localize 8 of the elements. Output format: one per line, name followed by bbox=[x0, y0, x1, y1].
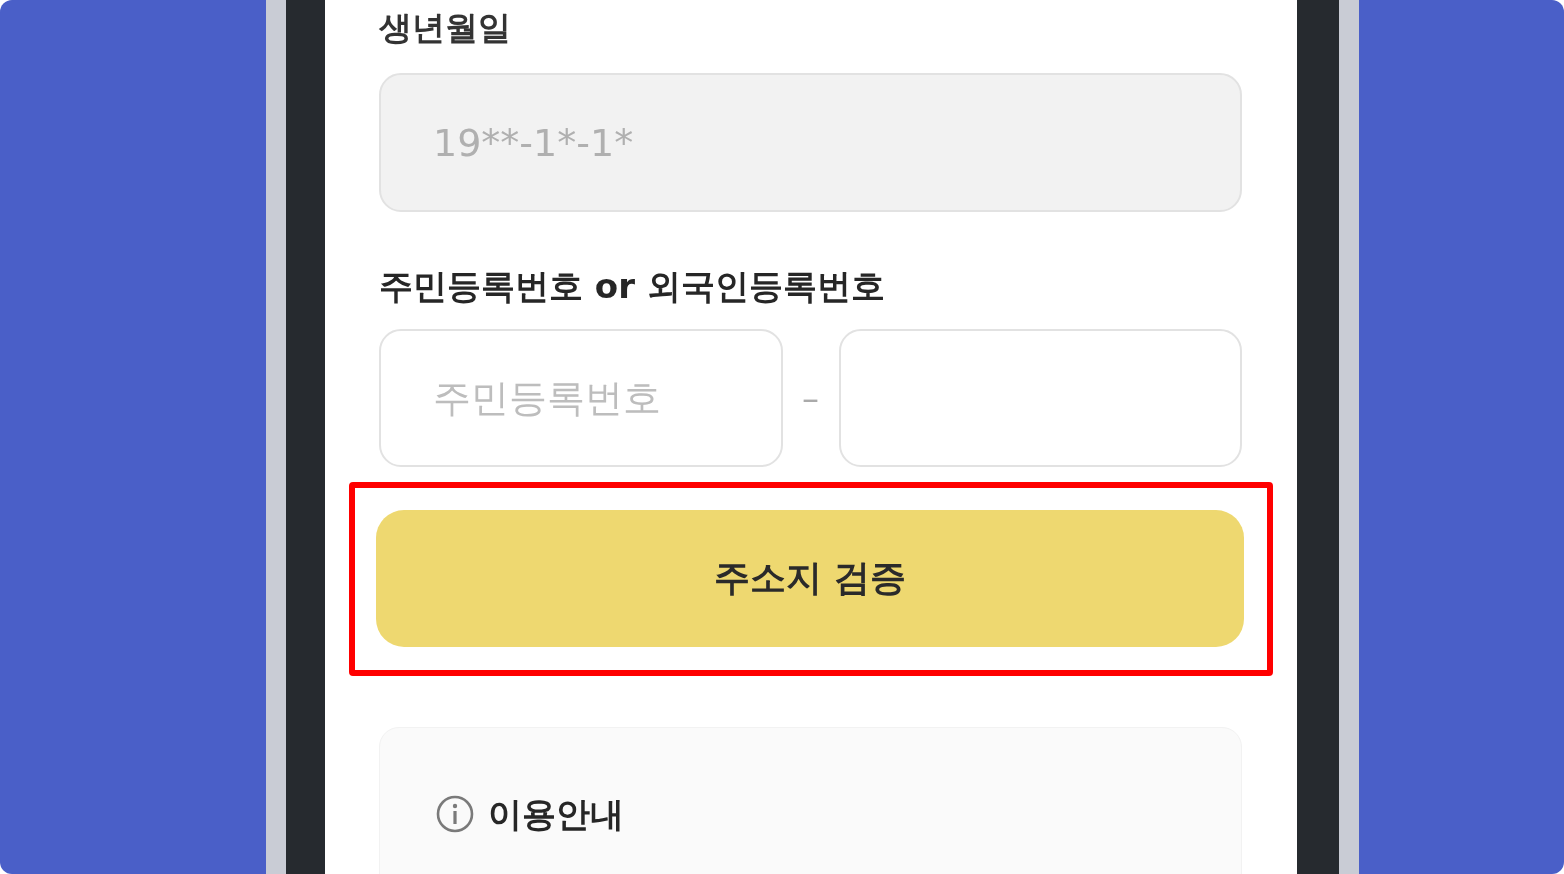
registration-number-field[interactable] bbox=[838, 329, 1242, 467]
separator-dash: – bbox=[801, 378, 820, 418]
info-icon bbox=[436, 795, 474, 833]
notice-title: 이용안내 bbox=[488, 793, 624, 836]
field-label: 주민등록번호 or 외국인등록번호 bbox=[379, 266, 885, 306]
verify-address-button[interactable]: 주소지 검증 bbox=[376, 510, 1244, 647]
field-label: 생년월일 bbox=[379, 8, 511, 48]
registration-number-field[interactable]: 주민등록번호 bbox=[379, 329, 783, 467]
